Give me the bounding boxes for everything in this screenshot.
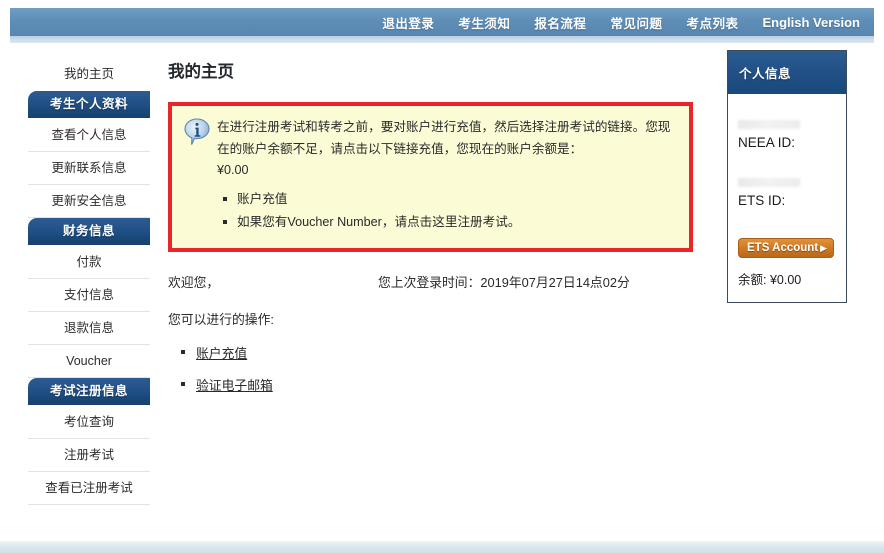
welcome-row: 欢迎您， 您上次登录时间：2019年07月27日14点02分 xyxy=(168,272,693,291)
sidebar-item-view-personal-info[interactable]: 查看个人信息 xyxy=(28,119,150,152)
personal-info-panel-body: NEEA ID: ETS ID: ETS Account ▶ 余额: ¥0.00 xyxy=(728,94,846,302)
nav-process[interactable]: 报名流程 xyxy=(534,13,586,32)
left-sidebar: 我的主页 考生个人资料 查看个人信息 更新联系信息 更新安全信息 财务信息 付款… xyxy=(28,58,150,505)
alert-balance-value: ¥0.00 xyxy=(217,163,249,178)
action-link-recharge[interactable]: 账户充值 xyxy=(196,346,247,361)
action-link-list: 账户充值 验证电子邮箱 xyxy=(168,338,693,402)
top-navigation-bar: 退出登录 考生须知 报名流程 常见问题 考点列表 English Version xyxy=(10,8,874,36)
alert-message: 在进行注册考试和转考之前，要对账户进行充值，然后选择注册考试的链接。您现在的账户… xyxy=(217,117,675,182)
alert-voucher-prefix: 如果您有Voucher Number，请点击 xyxy=(237,215,433,230)
sidebar-item-seat-query[interactable]: 考位查询 xyxy=(28,406,150,439)
alert-voucher-suffix: 注册考试。 xyxy=(457,215,521,230)
alert-message-text: 在进行注册考试和转考之前，要对账户进行充值，然后选择注册考试的链接。您现在的账户… xyxy=(217,120,671,156)
info-icon xyxy=(184,118,210,146)
account-balance-text: 余额: ¥0.00 xyxy=(738,273,802,287)
top-bar-underline xyxy=(10,36,874,43)
sidebar-header-financial-info[interactable]: 财务信息 xyxy=(28,218,150,245)
personal-info-panel-title: 个人信息 xyxy=(728,51,846,94)
redacted-ets-value xyxy=(738,178,800,187)
welcome-text: 欢迎您， xyxy=(168,274,220,290)
sidebar-item-refund-info[interactable]: 退款信息 xyxy=(28,312,150,345)
actions-label: 您可以进行的操作: xyxy=(168,311,274,327)
redacted-name-value xyxy=(738,120,800,129)
ets-account-button[interactable]: ETS Account ▶ xyxy=(738,238,835,258)
sidebar-item-update-contact-info[interactable]: 更新联系信息 xyxy=(28,152,150,185)
sidebar-item-home[interactable]: 我的主页 xyxy=(28,58,150,91)
bottom-strip xyxy=(0,541,884,553)
nav-faq[interactable]: 常见问题 xyxy=(610,13,662,32)
sidebar-item-view-registered-exams[interactable]: 查看已注册考试 xyxy=(28,472,150,505)
nav-notice[interactable]: 考生须知 xyxy=(458,13,510,32)
sidebar-item-payment[interactable]: 付款 xyxy=(28,246,150,279)
alert-link-recharge[interactable]: 账户充值 xyxy=(237,192,287,206)
alert-list-item: 账户充值 xyxy=(217,188,675,211)
nav-english-version[interactable]: English Version xyxy=(762,15,860,30)
sidebar-item-update-security-info[interactable]: 更新安全信息 xyxy=(28,185,150,218)
neea-id-label: NEEA ID: xyxy=(738,135,796,150)
alert-list-item: 如果您有Voucher Number，请点击这里注册考试。 xyxy=(217,211,675,234)
personal-info-panel: 个人信息 NEEA ID: ETS ID: ETS Account ▶ 余额: … xyxy=(727,50,847,303)
page-title: 我的主页 xyxy=(168,63,234,81)
nav-test-centers[interactable]: 考点列表 xyxy=(686,13,738,32)
action-link-verify-email[interactable]: 验证电子邮箱 xyxy=(196,378,273,393)
sidebar-item-payment-info[interactable]: 支付信息 xyxy=(28,279,150,312)
sidebar-header-exam-registration[interactable]: 考试注册信息 xyxy=(28,378,150,405)
alert-link-list: 账户充值 如果您有Voucher Number，请点击这里注册考试。 xyxy=(217,188,675,235)
sidebar-item-register-exam[interactable]: 注册考试 xyxy=(28,439,150,472)
sidebar-item-voucher[interactable]: Voucher xyxy=(28,345,150,378)
sidebar-header-personal-info[interactable]: 考生个人资料 xyxy=(28,91,150,118)
last-login-text: 您上次登录时间：2019年07月27日14点02分 xyxy=(378,274,630,290)
nav-logout[interactable]: 退出登录 xyxy=(382,13,434,32)
list-item: 验证电子邮箱 xyxy=(168,370,693,402)
main-content: 我的主页 在进行注册考试和转考之前，要对账户进行充值，然后选择注册考试的链接。您… xyxy=(168,58,693,402)
ets-id-label: ETS ID: xyxy=(738,193,786,208)
ets-account-button-label: ETS Account xyxy=(747,242,819,254)
alert-link-here[interactable]: 这里 xyxy=(432,215,457,229)
page-root: 退出登录 考生须知 报名流程 常见问题 考点列表 English Version… xyxy=(0,0,884,553)
balance-alert-box: 在进行注册考试和转考之前，要对账户进行充值，然后选择注册考试的链接。您现在的账户… xyxy=(168,102,693,252)
chevron-right-icon: ▶ xyxy=(820,242,828,253)
list-item: 账户充值 xyxy=(168,338,693,370)
